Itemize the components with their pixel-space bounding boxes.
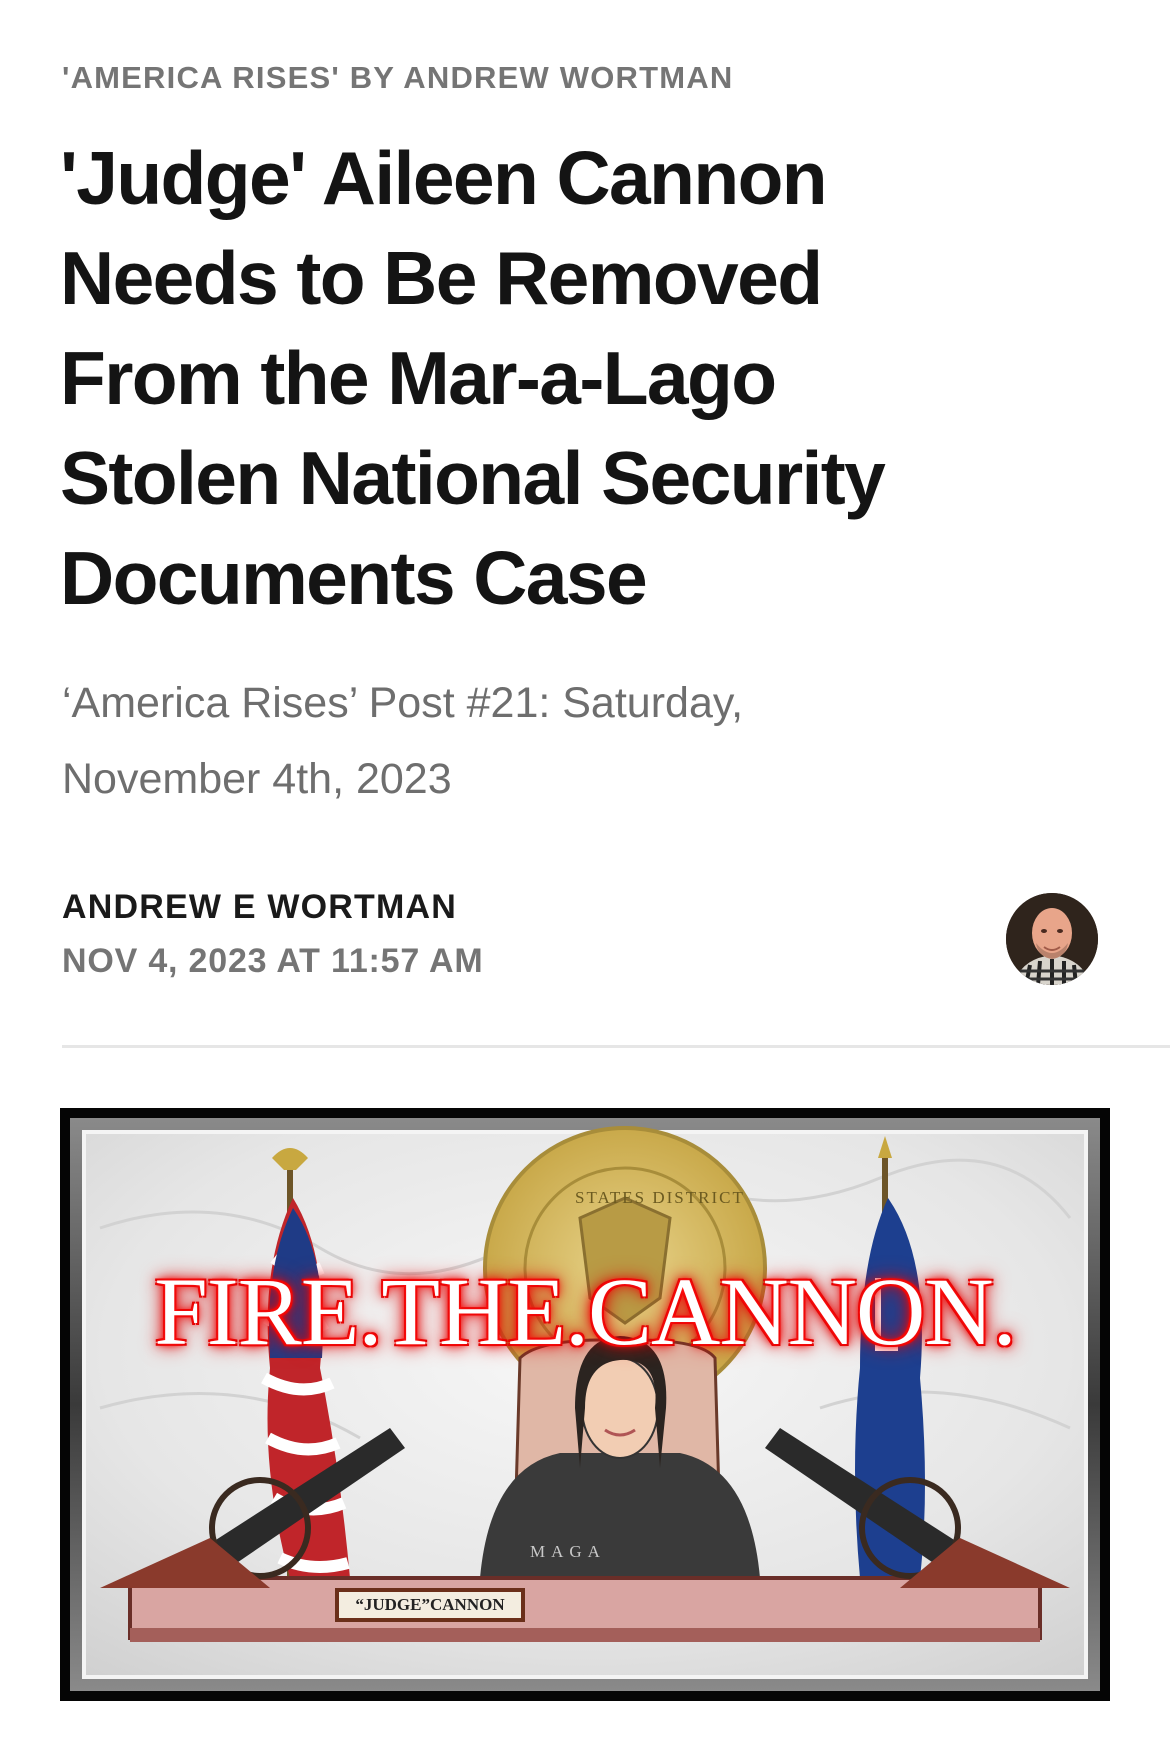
title-line: Documents Case: [60, 536, 648, 620]
kicker[interactable]: 'AMERICA RISES' BY ANDREW WORTMAN: [62, 60, 733, 96]
judge-nameplate: “JUDGE”CANNON: [335, 1588, 525, 1622]
post-date: NOV 4, 2023 AT 11:57 AM: [62, 942, 484, 980]
subtitle-line: ‘America Rises’ Post #21: Saturday,: [62, 679, 744, 727]
author-avatar[interactable]: [1006, 893, 1098, 985]
avatar-portrait-icon: [1006, 893, 1098, 985]
article-subtitle: ‘America Rises’ Post #21: Saturday, Nove…: [62, 665, 1062, 817]
title-line: From the Mar-a-Lago: [60, 336, 777, 420]
subtitle-line: November 4th, 2023: [62, 755, 452, 803]
divider: [62, 1045, 1170, 1048]
fire-the-cannon-headline: FIRE.THE.CANNON.: [154, 1258, 1016, 1365]
maga-robe-text: MAGA: [530, 1542, 606, 1561]
title-line: Stolen National Security: [60, 436, 886, 520]
hero-image[interactable]: STATES DISTRICT MAGA “JUDGE”CANNON FIRE.…: [60, 1108, 1110, 1701]
article-title: 'Judge' Aileen Cannon Needs to Be Remove…: [60, 128, 1120, 628]
title-line: Needs to Be Removed: [60, 236, 823, 320]
author-name[interactable]: ANDREW E WORTMAN: [62, 888, 457, 927]
title-line: 'Judge' Aileen Cannon: [60, 136, 828, 220]
seal-text: STATES DISTRICT: [575, 1188, 745, 1207]
